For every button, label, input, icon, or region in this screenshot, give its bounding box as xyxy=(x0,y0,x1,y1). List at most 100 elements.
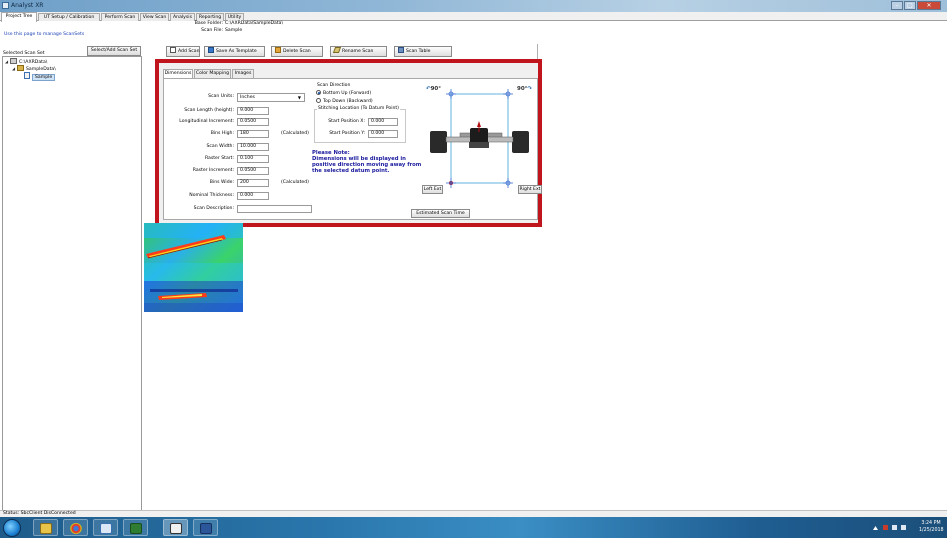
tray-expand-icon[interactable] xyxy=(873,526,878,530)
start-position-x-label: Start Position X: xyxy=(328,119,365,124)
tray-volume-icon[interactable] xyxy=(901,525,906,530)
minimize-button[interactable]: – xyxy=(891,1,903,10)
tab-project-tree[interactable]: Project Tree xyxy=(1,12,37,22)
maximize-button[interactable]: □ xyxy=(904,1,916,10)
scanner-probe-block xyxy=(469,142,489,148)
scan-description-label: Scan Description: xyxy=(193,206,234,211)
tab-analysis[interactable]: Analysis xyxy=(170,13,195,21)
add-scan-button[interactable]: Add Scan xyxy=(166,46,200,57)
scan-description-field[interactable] xyxy=(237,205,312,213)
window-controls: – □ ✕ xyxy=(890,1,941,10)
taskbar-explorer-icon[interactable] xyxy=(33,519,58,536)
clock-time[interactable]: 3:24 PM xyxy=(919,521,943,526)
delete-icon xyxy=(275,47,281,53)
scan-width-field[interactable]: 10.000 xyxy=(237,143,269,151)
scan-file-label: Scan File: xyxy=(201,28,223,33)
base-folder-label: Base Folder: xyxy=(194,21,223,26)
scan-length-label: Scan Length (height): xyxy=(184,108,234,113)
scan-units-select[interactable]: Inches ▼ xyxy=(237,93,305,102)
tab-perform-scan[interactable]: Perform Scan xyxy=(101,13,139,21)
clock-date[interactable]: 1/25/2018 xyxy=(919,528,944,533)
bins-wide-label: Bins Wide: xyxy=(209,180,234,185)
select-add-scan-set-button[interactable]: Select/Add Scan Set xyxy=(87,46,141,56)
close-button[interactable]: ✕ xyxy=(917,1,941,10)
start-position-y-field[interactable]: 0.000 xyxy=(368,130,398,138)
longitudinal-increment-label: Longitudinal Increment: xyxy=(179,119,234,124)
title-bar: Analyst XR – □ ✕ xyxy=(0,0,947,12)
raster-increment-field[interactable]: 0.0500 xyxy=(237,167,269,175)
bins-high-calculated: (Calculated) xyxy=(281,131,309,136)
radio-empty-icon xyxy=(316,98,321,103)
tree-node-folder[interactable]: ◢ SampleData\ xyxy=(12,65,56,72)
tree-node-root[interactable]: ◢ C:\AXRData\ xyxy=(5,58,47,65)
scan-width-label: Scan Width: xyxy=(206,144,234,149)
tab-ut-setup[interactable]: UT Setup / Calibration xyxy=(38,13,100,21)
tab-utility[interactable]: Utility xyxy=(225,13,244,21)
delete-scan-button[interactable]: Delete Scan xyxy=(271,46,323,57)
raster-increment-label: Raster Increment: xyxy=(192,168,234,173)
tray-flag-icon[interactable] xyxy=(883,525,888,530)
tab-color-mapping[interactable]: Color Mapping xyxy=(194,69,231,78)
windows-taskbar: 3:24 PM 1/25/2018 xyxy=(0,517,947,538)
radio-selected-icon xyxy=(316,90,321,95)
scanner-right-wheel xyxy=(512,131,529,153)
scan-direction-title: Scan Direction xyxy=(316,83,352,88)
bins-wide-field[interactable]: 200 xyxy=(237,179,269,187)
scan-table-button[interactable]: Scan Table xyxy=(394,46,452,57)
bins-wide-calculated: (Calculated) xyxy=(281,180,309,185)
scanner-schematic: ↶90° 90°↷ Left Ext Right Ext xyxy=(422,85,542,203)
radio-top-down[interactable]: Top Down (Backward) xyxy=(316,98,373,104)
dimensions-panel: Scan Units: Inches ▼ Scan Length (height)… xyxy=(163,78,542,220)
pencil-icon xyxy=(332,47,342,53)
left-ext-button[interactable]: Left Ext xyxy=(422,185,443,194)
scan-thumbnail[interactable] xyxy=(144,223,243,312)
save-icon xyxy=(208,47,214,53)
main-tab-strip: Project Tree UT Setup / Calibration Perf… xyxy=(0,12,947,22)
sidebar: Use this page to manage ScanSets Selecte… xyxy=(0,22,146,530)
bins-high-field[interactable]: 180 xyxy=(237,130,269,138)
bins-high-label: Bins High: xyxy=(210,131,234,136)
start-position-y-label: Start Position Y: xyxy=(329,131,365,136)
nominal-thickness-field[interactable]: 0.000 xyxy=(237,192,269,200)
base-folder-value: C:\AXRData\SampleData\ xyxy=(225,21,284,26)
right-ext-button[interactable]: Right Ext xyxy=(518,185,542,194)
taskbar-word-icon[interactable] xyxy=(193,519,218,536)
note-body: Dimensions will be displayed in positive… xyxy=(312,156,422,174)
start-position-x-field[interactable]: 0.000 xyxy=(368,118,398,126)
rename-scan-button[interactable]: Rename Scan xyxy=(330,46,387,57)
longitudinal-increment-field[interactable]: 0.0500 xyxy=(237,118,269,126)
scan-units-label: Scan Units: xyxy=(208,94,234,99)
scan-length-field[interactable]: 9.000 xyxy=(237,107,269,115)
scan-toolbar: Add Scan Save As Template Delete Scan Re… xyxy=(166,46,536,58)
start-button[interactable] xyxy=(3,519,21,537)
scanner-left-wheel xyxy=(430,131,447,153)
chevron-down-icon: ▼ xyxy=(297,95,301,100)
tree-node-scanset[interactable]: Sample xyxy=(24,72,56,81)
app-icon xyxy=(2,2,9,9)
taskbar-chrome-icon[interactable] xyxy=(63,519,88,536)
raster-start-field[interactable]: 0.100 xyxy=(237,155,269,163)
status-bar: Status: SbcClient DisConnected xyxy=(0,510,947,517)
scan-settings-highlight: Dimensions Color Mapping Images Scan Uni… xyxy=(155,59,542,227)
project-tree[interactable]: ◢ C:\AXRData\ ◢ SampleData\ Sample xyxy=(2,56,142,530)
tab-images[interactable]: Images xyxy=(232,69,254,78)
sidebar-description: Use this page to manage ScanSets xyxy=(4,32,85,37)
folder-icon xyxy=(17,65,24,71)
taskbar-project-icon[interactable] xyxy=(123,519,148,536)
taskbar-analyst-xr-icon[interactable] xyxy=(163,519,188,536)
tab-reporting[interactable]: Reporting xyxy=(196,13,224,21)
scan-file-value: Sample xyxy=(225,28,243,33)
tray-network-icon[interactable] xyxy=(892,525,897,530)
scanset-icon xyxy=(24,72,30,79)
stitching-title: Stitching Location (To Datum Point) xyxy=(317,106,400,111)
tab-view-scan[interactable]: View Scan xyxy=(140,13,169,21)
radio-bottom-up[interactable]: Bottom Up (Forward) xyxy=(316,90,371,96)
table-icon xyxy=(398,47,404,53)
add-document-icon xyxy=(170,47,176,53)
taskbar-remote-desktop-icon[interactable] xyxy=(93,519,118,536)
scan-thumbnail-image xyxy=(144,223,243,312)
dimensions-note: Please Note: Dimensions will be displaye… xyxy=(312,150,422,174)
folder-info: Base Folder: C:\AXRData\SampleData\ Scan … xyxy=(160,21,283,35)
estimated-scan-time-button[interactable]: Estimated Scan Time xyxy=(411,209,470,218)
save-as-template-button[interactable]: Save As Template xyxy=(204,46,265,57)
